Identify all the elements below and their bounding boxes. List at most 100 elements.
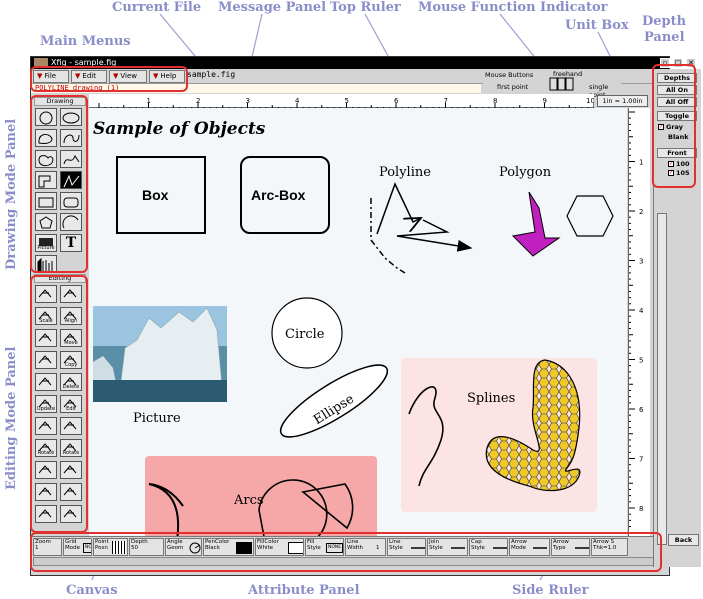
box-icon [38, 197, 54, 208]
draw-tool-library[interactable] [35, 255, 57, 273]
attr-line-width[interactable]: Line Width 1 [345, 538, 386, 556]
edit-tool-rotate-cw[interactable]: Rotate [35, 439, 57, 457]
box-label: Box [142, 187, 169, 203]
blank-option[interactable]: Blank [668, 133, 689, 141]
unit-box[interactable]: 1in = 1.00in [597, 95, 648, 107]
edit-tool-flip-h[interactable] [60, 417, 82, 435]
attr-pencolor-black[interactable]: PenColor Black [203, 538, 254, 556]
fill-none-box: NONE [326, 543, 343, 553]
style-preview-icon [493, 547, 507, 549]
attr-grid-mode[interactable]: GridModeNONE [63, 538, 92, 556]
attr-arrow-mode[interactable]: Arrow Mode [509, 538, 550, 556]
draw-tool-ellipse[interactable] [60, 108, 82, 126]
edit-tool-label: Align [64, 318, 78, 324]
top-ruler-label: 2 [196, 97, 200, 105]
mouse-left-function: first point [497, 83, 529, 91]
draw-tool-open-interp-spline[interactable] [60, 150, 82, 168]
draw-tool-closed-spline[interactable] [35, 129, 57, 147]
gray-option[interactable]: ✓ Gray [658, 123, 683, 131]
edit-tool-break[interactable] [60, 285, 82, 303]
side-ruler[interactable]: 1 2 3 4 5 6 7 8 [628, 108, 650, 536]
attr-fill-style[interactable]: Fill Style NONE [305, 538, 344, 556]
edit-tool-edit[interactable]: Edit [60, 395, 82, 413]
attr-line-style[interactable]: Line Style [387, 538, 426, 556]
attr-cap-style[interactable]: Cap Style [469, 538, 508, 556]
toggle-button[interactable]: Toggle [657, 111, 697, 121]
attr-point-posn[interactable]: Point Posn [93, 538, 128, 556]
draw-tool-polygon[interactable] [35, 171, 57, 189]
circle-label: Circle [285, 327, 325, 342]
maximize-icon[interactable]: □ [673, 58, 683, 68]
depth-layer-1[interactable]: ✓ 100 [668, 160, 690, 168]
drawing-canvas[interactable]: Sample of Objects Box Arc-Box Polyline P… [89, 108, 627, 536]
edit-tool-add-point[interactable] [35, 329, 57, 347]
attr-join-style[interactable]: Join Style [427, 538, 468, 556]
polygon-star[interactable] [511, 191, 561, 257]
draw-tool-open-spline[interactable] [60, 129, 82, 147]
draw-tool-closed-interp-spline[interactable] [35, 150, 57, 168]
edit-tool-add-arrow[interactable] [35, 351, 57, 369]
edit-tool-split[interactable] [35, 483, 57, 501]
attr-zoom-1[interactable]: Zoom 1 [33, 538, 62, 556]
draw-tool-arc-box[interactable] [60, 192, 82, 210]
edit-tool-compound[interactable] [35, 285, 57, 303]
fill-color-swatch [288, 542, 303, 554]
top-ruler-label: 7 [444, 97, 448, 105]
draw-tool-regular-polygon[interactable] [35, 213, 57, 231]
attr-angle-geom[interactable]: Angle Geom [165, 538, 202, 556]
edit-tool-join[interactable] [60, 483, 82, 501]
edit-tool-scale[interactable]: Scale [35, 307, 57, 325]
picture-object[interactable] [93, 306, 227, 402]
horizontal-scrollbar[interactable] [33, 557, 659, 566]
edit-tool-flip-v[interactable] [35, 417, 57, 435]
attr-fillcolor-white[interactable]: FillColor White [255, 538, 304, 556]
draw-tool-box[interactable] [35, 192, 57, 210]
edit-tool-spline[interactable] [35, 505, 57, 523]
draw-tool-picture[interactable]: Picture [35, 234, 57, 252]
depth-scrollbar[interactable] [657, 213, 667, 545]
depth-layer-2[interactable]: ✓ 105 [668, 169, 690, 177]
side-ruler-label: 5 [639, 357, 643, 365]
edit-tool-update[interactable]: Update [35, 395, 57, 413]
draw-tool-polyline[interactable] [60, 171, 82, 189]
edit-tool-pen[interactable] [35, 373, 57, 391]
edit-tool-delete[interactable]: Delete [60, 373, 82, 391]
top-ruler[interactable]: 1 2 3 4 5 6 7 8 9 10in [89, 94, 601, 109]
edit-tool-tangent[interactable] [60, 461, 82, 479]
edit-tool-copy[interactable]: Copy [60, 351, 82, 369]
draw-tool-text[interactable]: T [60, 234, 82, 252]
side-ruler-label: 6 [639, 406, 644, 414]
edit-tool-label: Copy [64, 362, 78, 368]
attr-arrow-type[interactable]: Arrow Type [551, 538, 590, 556]
edit-tool-rotate-ccw[interactable]: Rotate [60, 439, 82, 457]
layer-checkbox[interactable]: ✓ [668, 161, 674, 167]
polyline-arrow-upper[interactable] [376, 182, 421, 235]
close-icon[interactable]: ✕ [686, 58, 696, 68]
gray-checkbox[interactable]: ✓ [658, 124, 664, 130]
menu-file[interactable]: ▼ File [33, 70, 69, 83]
edit-tool-label: Rotate [62, 450, 80, 456]
attribute-panel: Zoom1GridModeNONEPointPosnDepth50AngleGe… [31, 536, 659, 556]
edit-tool-align[interactable]: Align [60, 307, 82, 325]
draw-tool-arc[interactable] [60, 213, 82, 231]
arcbox-label: Arc-Box [251, 187, 306, 203]
draw-tool-circle[interactable] [35, 108, 57, 126]
minimize-icon[interactable]: ▫ [660, 58, 670, 68]
attr-depth-50[interactable]: Depth 50 [129, 538, 164, 556]
picture-tool-label: Picture [37, 245, 55, 251]
edit-tool-move[interactable]: Move [60, 329, 82, 347]
menu-edit[interactable]: ▼ Edit [71, 70, 107, 83]
circle-icon [39, 111, 53, 125]
polyline-arrow-lower[interactable] [396, 219, 473, 252]
edit-tool-convert[interactable] [60, 505, 82, 523]
layer-checkbox[interactable]: ✓ [668, 170, 674, 176]
all-off-button[interactable]: All Off [657, 97, 697, 107]
callout-depth-1: Depth [642, 14, 687, 29]
edit-tool-anchor[interactable] [35, 461, 57, 479]
mouse-icon [549, 77, 574, 91]
polygon-hexagon[interactable] [566, 195, 614, 237]
menu-help[interactable]: ▼ Help [149, 70, 185, 83]
menu-view[interactable]: ▼ View [109, 70, 147, 83]
all-on-button[interactable]: All On [657, 85, 697, 95]
attr-arrow-s-thk-1-0[interactable]: Arrow S Thk=1.0 [591, 538, 628, 556]
